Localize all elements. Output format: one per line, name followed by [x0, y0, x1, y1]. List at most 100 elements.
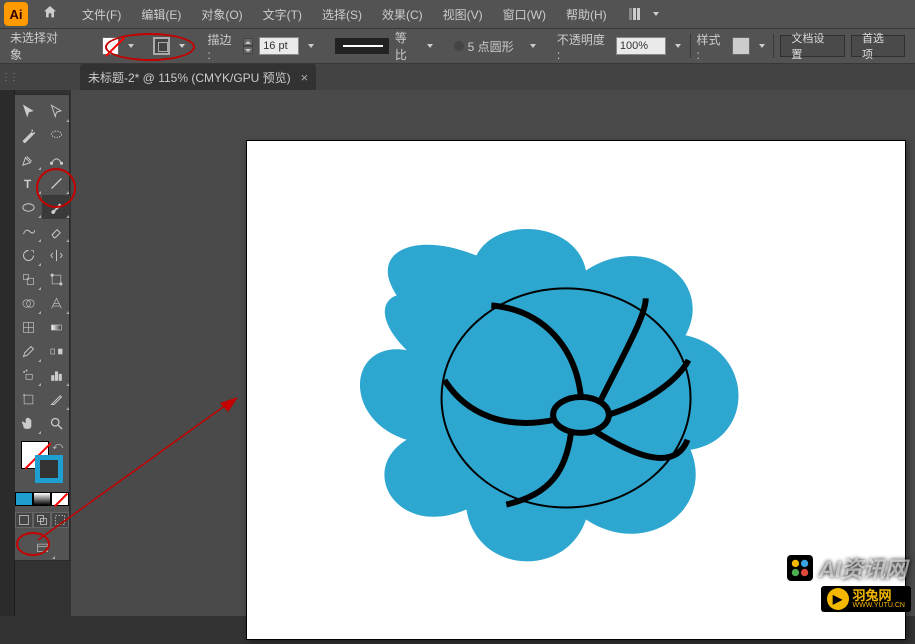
menu-effect[interactable]: 效果(C)	[372, 0, 433, 28]
fill-stroke-proxy[interactable]: ⤺	[21, 441, 63, 483]
menu-help[interactable]: 帮助(H)	[556, 0, 617, 28]
selection-status: 未选择对象	[10, 29, 68, 63]
pen-tool[interactable]	[14, 147, 42, 171]
free-transform-tool[interactable]	[42, 267, 70, 291]
color-mode-row	[15, 492, 69, 506]
watermark-badge-icon	[787, 555, 813, 581]
stroke-swatch[interactable]	[153, 37, 171, 55]
chevron-down-icon	[653, 12, 659, 16]
profile-dropdown[interactable]	[424, 44, 436, 48]
workspace-icon	[629, 7, 649, 21]
proxy-stroke[interactable]	[35, 455, 63, 483]
symbol-sprayer-tool[interactable]	[14, 363, 42, 387]
control-bar: 未选择对象 描边 : 等比 5 点圆形 不透明度 : 样式 : 文档设置 首选项	[0, 28, 915, 64]
style-swatch[interactable]	[732, 37, 750, 55]
perspective-grid-tool[interactable]	[42, 291, 70, 315]
gradient-tool[interactable]	[42, 315, 70, 339]
document-setup-button[interactable]: 文档设置	[780, 35, 845, 57]
zoom-tool[interactable]	[42, 411, 70, 435]
watermark-ai-news: AI资讯网	[787, 552, 907, 584]
stroke-weight-dropdown[interactable]	[305, 44, 317, 48]
magic-wand-tool[interactable]	[14, 123, 42, 147]
document-tab[interactable]: 未标题-2* @ 115% (CMYK/GPU 预览) ×	[80, 64, 316, 90]
tab-close-button[interactable]: ×	[301, 70, 309, 85]
canvas-area[interactable]	[71, 90, 915, 616]
eyedropper-tool[interactable]	[14, 339, 42, 363]
column-graph-tool[interactable]	[42, 363, 70, 387]
shape-builder-tool[interactable]	[14, 291, 42, 315]
draw-mode-row	[15, 512, 69, 528]
panel-grip-icon[interactable]	[2, 70, 16, 84]
app-logo[interactable]: Ai	[4, 2, 28, 26]
main-area: T	[0, 90, 915, 616]
curvature-tool[interactable]	[42, 147, 70, 171]
mesh-tool[interactable]	[14, 315, 42, 339]
stroke-label: 描边 :	[207, 31, 237, 62]
opacity-label: 不透明度 :	[557, 31, 610, 62]
color-mode-gradient[interactable]	[33, 492, 51, 506]
fill-swatch-none[interactable]	[102, 37, 120, 55]
type-tool[interactable]: T	[14, 171, 42, 195]
home-icon	[42, 4, 58, 25]
color-mode-none[interactable]	[51, 492, 69, 506]
stroke-weight-input[interactable]	[259, 37, 299, 55]
swap-fill-stroke-icon[interactable]: ⤺	[52, 441, 63, 452]
menu-object[interactable]: 对象(O)	[191, 0, 252, 28]
selection-tool[interactable]	[14, 99, 42, 123]
opacity-dropdown[interactable]	[672, 44, 684, 48]
menu-type[interactable]: 文字(T)	[253, 0, 312, 28]
watermark-rabbit-icon: ▶	[827, 588, 849, 610]
scale-label: 等比	[395, 29, 418, 63]
scale-tool[interactable]	[14, 267, 42, 291]
draw-behind[interactable]	[33, 512, 51, 528]
style-label: 样式 :	[696, 31, 726, 62]
brush-definition[interactable]: 5 点圆形	[454, 38, 522, 54]
rotate-tool[interactable]	[14, 243, 42, 267]
menu-file[interactable]: 文件(F)	[72, 0, 131, 28]
stroke-weight-spinner[interactable]	[243, 38, 253, 54]
divider	[773, 34, 774, 58]
screen-mode-tool[interactable]	[28, 536, 56, 560]
document-tabbar: 未标题-2* @ 115% (CMYK/GPU 预览) ×	[0, 64, 915, 90]
menu-edit[interactable]: 编辑(E)	[131, 0, 191, 28]
menu-view[interactable]: 视图(V)	[433, 0, 493, 28]
blend-tool[interactable]	[42, 339, 70, 363]
direct-selection-tool[interactable]	[42, 99, 70, 123]
watermark-yutu: ▶ 羽兔网 WWW.YUTU.CN	[821, 586, 912, 612]
eraser-tool[interactable]	[42, 219, 70, 243]
draw-inside[interactable]	[51, 512, 69, 528]
watermark-url: WWW.YUTU.CN	[853, 602, 906, 609]
watermark-text: AI资讯网	[819, 552, 907, 584]
shaper-tool[interactable]	[14, 219, 42, 243]
stroke-profile[interactable]	[335, 38, 389, 54]
ellipse-tool[interactable]	[14, 195, 42, 219]
workspace-switcher[interactable]	[629, 7, 659, 21]
artboard-tool[interactable]	[14, 387, 42, 411]
style-dropdown[interactable]	[756, 44, 768, 48]
divider	[690, 34, 691, 58]
stroke-dropdown[interactable]	[176, 44, 188, 48]
preferences-button[interactable]: 首选项	[851, 35, 905, 57]
line-segment-tool[interactable]	[42, 171, 70, 195]
tools-panel: T	[14, 94, 70, 561]
menubar: Ai 文件(F) 编辑(E) 对象(O) 文字(T) 选择(S) 效果(C) 视…	[0, 0, 915, 28]
paintbrush-tool[interactable]	[42, 195, 70, 219]
opacity-input[interactable]	[616, 37, 666, 55]
color-mode-solid[interactable]	[15, 492, 33, 506]
watermark-brand: 羽兔网	[853, 589, 906, 602]
ruler-vertical	[0, 90, 15, 616]
menu-select[interactable]: 选择(S)	[312, 0, 372, 28]
slice-tool[interactable]	[42, 387, 70, 411]
home-button[interactable]	[36, 0, 64, 28]
lasso-tool[interactable]	[42, 123, 70, 147]
draw-normal[interactable]	[15, 512, 33, 528]
brush-dropdown[interactable]	[527, 44, 539, 48]
svg-text:T: T	[24, 178, 31, 190]
menu-window[interactable]: 窗口(W)	[493, 0, 556, 28]
fill-dropdown[interactable]	[125, 44, 137, 48]
reflect-tool[interactable]	[42, 243, 70, 267]
brush-dot-icon	[454, 41, 464, 51]
hand-tool[interactable]	[14, 411, 42, 435]
brush-label: 5 点圆形	[468, 38, 514, 55]
blob-shape	[360, 229, 739, 561]
